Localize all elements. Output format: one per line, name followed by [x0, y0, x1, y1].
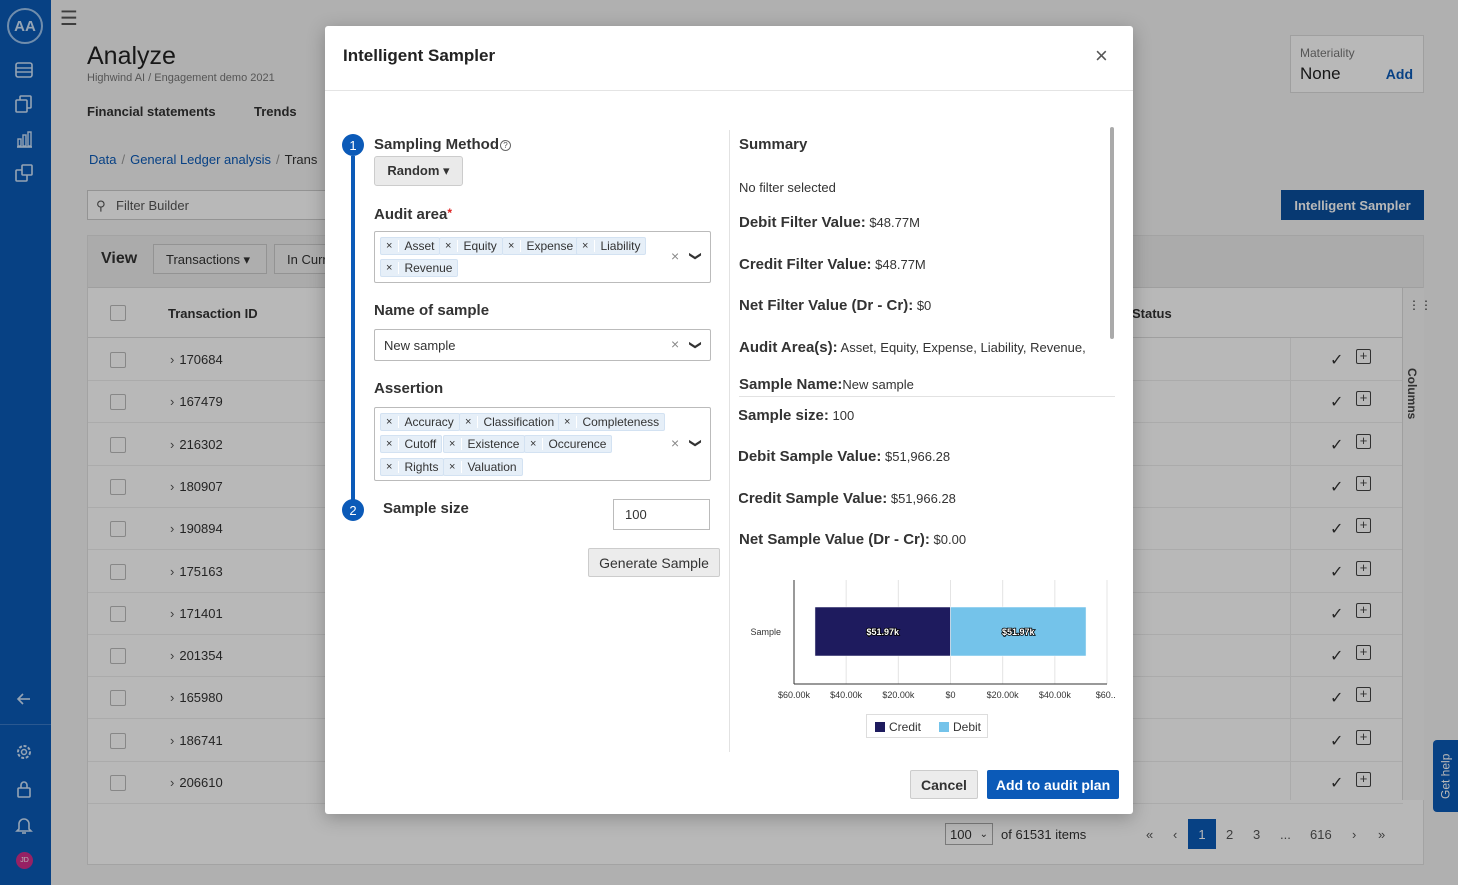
- summary-sample-name: Sample Name:New sample: [739, 376, 914, 393]
- remove-chip-icon[interactable]: ×: [381, 461, 400, 473]
- summary-divider: [739, 396, 1115, 397]
- summary-debit-sample: Debit Sample Value: $51,966.28: [739, 448, 951, 465]
- legend-credit-label[interactable]: Credit: [889, 720, 921, 734]
- summary-credit-sample: Credit Sample Value: $51,966.28: [739, 490, 956, 507]
- remove-chip-icon[interactable]: ×: [381, 240, 400, 252]
- assertion-multiselect[interactable]: × Accuracy × Classification × Completeness × Cu…: [374, 407, 711, 481]
- generate-sample-button[interactable]: Generate Sample: [588, 548, 720, 577]
- clear-sample-name-icon[interactable]: ×: [671, 336, 679, 352]
- summary-net-filter: Net Filter Value (Dr - Cr): $0: [739, 297, 932, 314]
- close-icon[interactable]: ×: [1095, 45, 1108, 67]
- step-connector: [351, 156, 355, 504]
- summary-sample-size: Sample size: 100: [739, 407, 855, 424]
- sample-size-label: Sample size: [383, 500, 469, 517]
- remove-chip-icon[interactable]: ×: [577, 240, 596, 252]
- chip-occurence: × Occurence: [524, 435, 613, 453]
- remove-chip-icon[interactable]: ×: [559, 416, 578, 428]
- help-icon[interactable]: ?: [500, 139, 511, 151]
- chip-cutoff: × Cutoff: [380, 435, 443, 453]
- chip-expense: × Expense: [502, 237, 580, 255]
- chip-rights: × Rights: [380, 458, 445, 476]
- sample-chart-svg: $60.00k $40.00k $20.00k $0 $20.00k $40.00k $60…: [750, 580, 1115, 700]
- clear-assertion-icon[interactable]: ×: [671, 435, 679, 451]
- remove-chip-icon[interactable]: ×: [444, 461, 463, 473]
- sample-name-label: Name of sample: [374, 302, 490, 319]
- cancel-button[interactable]: Cancel: [910, 770, 978, 799]
- remove-chip-icon[interactable]: ×: [381, 416, 400, 428]
- remove-chip-icon[interactable]: ×: [381, 438, 400, 450]
- remove-chip-icon[interactable]: ×: [460, 416, 479, 428]
- remove-chip-icon[interactable]: ×: [381, 262, 400, 274]
- chip-accuracy: × Accuracy: [380, 413, 460, 431]
- x-tick-label: $40.00k: [1039, 690, 1072, 700]
- bar-data-label: $51.97k: [1002, 627, 1036, 637]
- chip-classification: × Classification: [459, 413, 561, 431]
- legend-credit-swatch: [875, 722, 885, 732]
- step-1-badge: 1: [342, 134, 364, 156]
- summary-panel: Summary No filter selected Debit Filter …: [739, 130, 1115, 752]
- legend-debit-swatch: [939, 722, 949, 732]
- chevron-down-icon[interactable]: ❯: [689, 251, 703, 261]
- summary-net-sample: Net Sample Value (Dr - Cr): $0.00: [739, 531, 967, 548]
- step-2-badge: 2: [342, 499, 364, 521]
- chip-asset: × Asset: [380, 237, 441, 255]
- sample-chart: $60.00k $40.00k $20.00k $0 $20.00k $40.00k $60…: [739, 578, 1115, 748]
- sample-size-input[interactable]: 100: [613, 499, 710, 530]
- legend-debit-label[interactable]: Debit: [953, 720, 981, 734]
- x-tick-label: $20.00k: [882, 690, 915, 700]
- x-tick-label: $60...: [1096, 690, 1115, 700]
- modal-title: Intelligent Sampler: [343, 46, 496, 65]
- sample-name-field[interactable]: New sample × ❯: [374, 329, 711, 361]
- chevron-down-icon[interactable]: ❯: [689, 340, 703, 350]
- x-tick-label: $40.00k: [830, 690, 863, 700]
- chip-valuation: × Valuation: [443, 458, 523, 476]
- summary-credit-filter: Credit Filter Value: $48.77M: [739, 256, 926, 273]
- x-tick-label: $0: [945, 690, 955, 700]
- remove-chip-icon[interactable]: ×: [525, 438, 544, 450]
- category-label: Sample: [750, 627, 781, 637]
- summary-audit-areas: Audit Area(s): Asset, Equity, Expense, L…: [739, 339, 1086, 356]
- modal-header: Intelligent Sampler ×: [325, 26, 1133, 91]
- chip-completeness: × Completeness: [558, 413, 666, 431]
- chevron-down-icon[interactable]: ❯: [689, 438, 703, 448]
- summary-scrollbar[interactable]: [1110, 127, 1114, 339]
- sampling-method-label: Sampling Method?: [374, 136, 511, 153]
- x-tick-label: $20.00k: [987, 690, 1020, 700]
- intelligent-sampler-modal: Intelligent Sampler × 1 2 Sampling Metho…: [325, 26, 1133, 814]
- summary-debit-filter: Debit Filter Value: $48.77M: [739, 214, 920, 231]
- audit-area-multiselect[interactable]: × Asset × Equity × Expense × Liability × Revenue …: [374, 231, 711, 283]
- clear-audit-area-icon[interactable]: ×: [671, 248, 679, 264]
- chart-legend: Credit Debit: [866, 714, 988, 738]
- summary-filter-text: No filter selected: [739, 180, 836, 195]
- chip-liability: × Liability: [576, 237, 647, 255]
- remove-chip-icon[interactable]: ×: [444, 438, 463, 450]
- chip-existence: × Existence: [443, 435, 526, 453]
- bar-data-label: $51.97k: [866, 627, 900, 637]
- add-to-audit-plan-button[interactable]: Add to audit plan: [987, 770, 1119, 799]
- chip-equity: × Equity: [439, 237, 503, 255]
- required-marker: *: [447, 206, 453, 220]
- sampling-method-dropdown[interactable]: Random ▾: [374, 156, 463, 186]
- panel-divider: [729, 130, 730, 752]
- x-tick-label: $60.00k: [778, 690, 811, 700]
- chip-revenue: × Revenue: [380, 259, 459, 277]
- remove-chip-icon[interactable]: ×: [440, 240, 459, 252]
- summary-title: Summary: [739, 136, 808, 153]
- assertion-label: Assertion: [374, 380, 444, 397]
- audit-area-label: Audit area*: [374, 206, 453, 223]
- remove-chip-icon[interactable]: ×: [503, 240, 522, 252]
